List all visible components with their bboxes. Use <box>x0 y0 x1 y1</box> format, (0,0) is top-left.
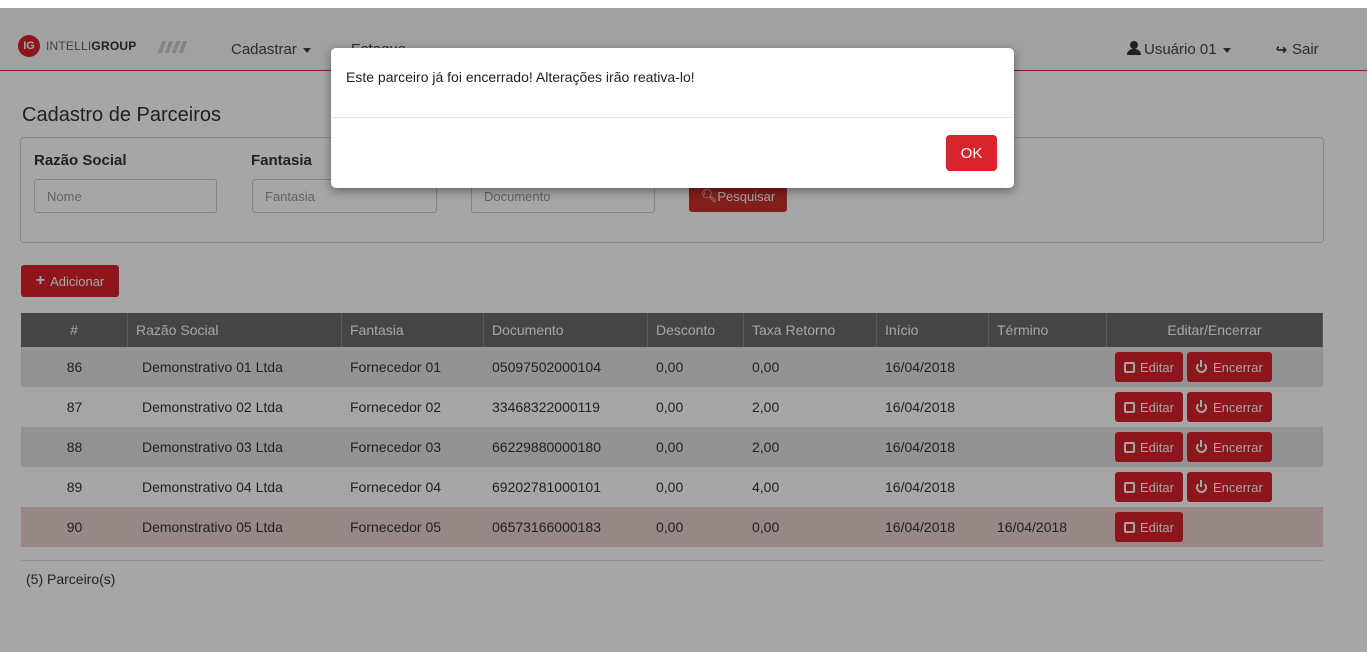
dialog-divider <box>331 117 1014 118</box>
alert-dialog: Este parceiro já foi encerrado! Alteraçõ… <box>331 48 1014 188</box>
ok-button[interactable]: OK <box>946 135 997 171</box>
alert-message: Este parceiro já foi encerrado! Alteraçõ… <box>346 69 695 85</box>
